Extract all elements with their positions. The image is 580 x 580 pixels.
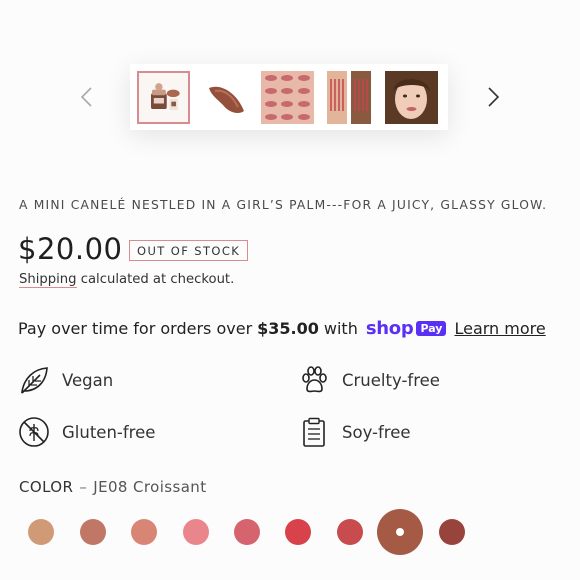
pay-logo-box: Pay	[416, 321, 447, 336]
color-label-separator: –	[79, 478, 88, 496]
leaf-icon	[18, 364, 50, 396]
model-portrait-image	[385, 70, 438, 124]
color-label-text: COLOR	[19, 478, 74, 496]
installments-line: Pay over time for orders over $35.00 wit…	[18, 318, 546, 339]
color-swatch[interactable]	[131, 519, 157, 545]
color-swatch[interactable]	[285, 519, 311, 545]
attribute-label: Cruelty-free	[342, 370, 440, 390]
attribute-label: Soy-free	[342, 422, 411, 442]
wheat-icon	[18, 416, 50, 448]
clipboard-icon	[298, 416, 330, 448]
lip-swatch-grid-image	[261, 70, 314, 124]
product-price: $20.00	[18, 232, 123, 266]
attribute-label: Vegan	[62, 370, 114, 390]
arm-swatches-image	[323, 70, 376, 124]
shop-pay-logo: shop Pay	[366, 318, 447, 339]
color-swatch[interactable]	[183, 519, 209, 545]
shop-logo-word: shop	[365, 318, 414, 339]
thumbnail-lip-texture[interactable]	[199, 70, 252, 124]
attribute-label: Gluten-free	[62, 422, 156, 442]
lip-texture-image	[199, 70, 252, 124]
installments-threshold: $35.00	[257, 319, 319, 338]
shipping-link[interactable]: Shipping	[19, 272, 77, 288]
color-swatch[interactable]	[439, 519, 465, 545]
color-swatch[interactable]	[80, 519, 106, 545]
color-selector-label: COLOR – JE08 Croissant	[19, 478, 206, 496]
attribute-cruelty-free: Cruelty-free	[298, 364, 440, 396]
attribute-vegan: Vegan	[18, 364, 113, 396]
paw-icon	[298, 364, 330, 396]
color-swatch[interactable]	[337, 519, 363, 545]
thumbnail-model-portrait[interactable]	[385, 70, 438, 124]
shipping-note-text: calculated at checkout.	[76, 272, 235, 287]
thumbnail-product-packshot[interactable]	[137, 70, 190, 124]
color-swatch[interactable]	[234, 519, 260, 545]
carousel-next-button[interactable]	[482, 80, 506, 114]
chevron-right-icon	[488, 87, 500, 107]
installments-with: with	[323, 319, 358, 338]
learn-more-link[interactable]: Learn more	[454, 319, 545, 338]
selected-color-name: JE08 Croissant	[93, 478, 207, 496]
thumbnail-strip	[130, 64, 448, 130]
color-swatch[interactable]	[28, 519, 54, 545]
carousel-prev-button[interactable]	[74, 80, 98, 114]
thumbnail-lip-swatch-grid[interactable]	[261, 70, 314, 124]
attribute-gluten-free: Gluten-free	[18, 416, 155, 448]
thumbnail-arm-swatches[interactable]	[323, 70, 376, 124]
color-swatch-selected[interactable]	[377, 509, 423, 555]
shipping-note: Shipping calculated at checkout.	[19, 272, 235, 288]
out-of-stock-badge: OUT OF STOCK	[129, 240, 249, 261]
chevron-left-icon	[80, 87, 92, 107]
installments-prefix: Pay over time for orders over	[18, 319, 253, 338]
product-packshot-image	[139, 72, 188, 122]
product-tagline: A MINI CANELÉ NESTLED IN A GIRL’S PALM--…	[19, 198, 548, 212]
attribute-soy-free: Soy-free	[298, 416, 411, 448]
